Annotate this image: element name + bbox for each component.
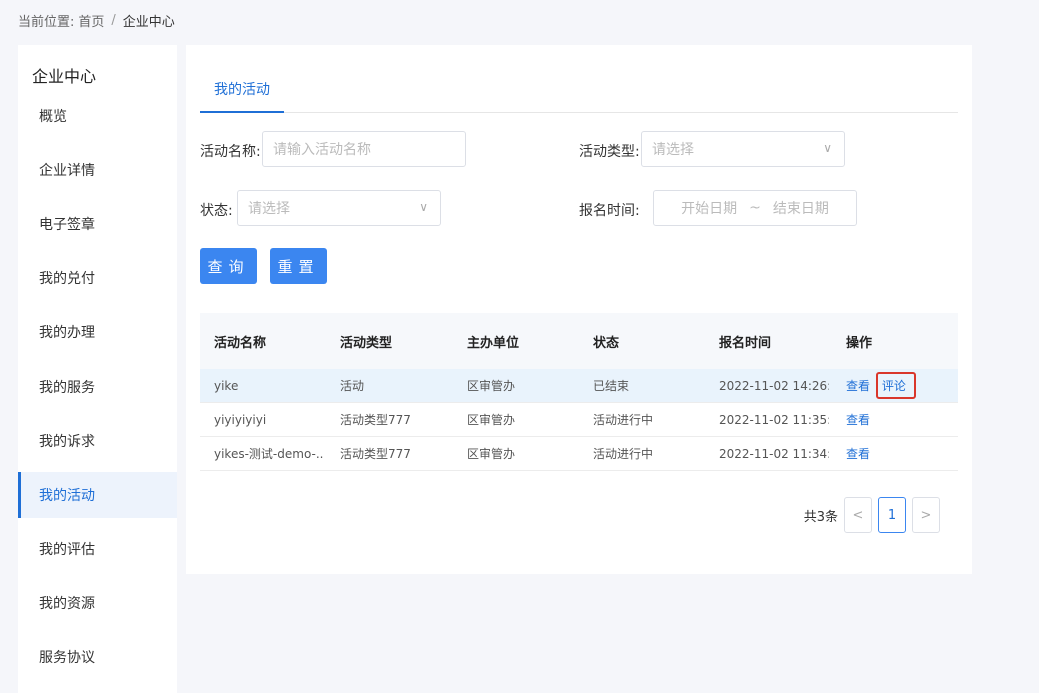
header-actions: 操作: [846, 335, 873, 351]
comment-highlight: 评论: [875, 372, 916, 399]
cell-activity-type: 活动类型777: [340, 413, 411, 427]
cell-status: 已结束: [593, 379, 630, 393]
cell-actions: 查看 评论: [846, 372, 956, 399]
sidebar-item-overview[interactable]: 概览: [18, 93, 177, 139]
end-date-placeholder[interactable]: 结束日期: [773, 198, 829, 218]
pagination: 共3条 < 1 >: [804, 497, 940, 533]
date-range-separator: ~: [749, 200, 761, 216]
cell-activity-name: yikes-测试-demo-...: [214, 447, 324, 461]
activity-type-label: 活动类型:: [579, 144, 640, 160]
activity-type-select[interactable]: 请选择 ∨: [641, 131, 845, 167]
chevron-down-icon: ∨: [823, 141, 832, 155]
sidebar-item-my-appeals[interactable]: 我的诉求: [18, 418, 177, 464]
breadcrumb-separator: /: [111, 13, 116, 28]
view-link[interactable]: 查看: [846, 379, 870, 393]
start-date-placeholder[interactable]: 开始日期: [681, 198, 737, 218]
view-link[interactable]: 查看: [846, 447, 870, 461]
sidebar-item-company-details[interactable]: 企业详情: [18, 147, 177, 193]
header-organizer: 主办单位: [467, 335, 520, 351]
sidebar-item-my-resources[interactable]: 我的资源: [18, 580, 177, 626]
header-status: 状态: [593, 335, 620, 351]
header-activity-type: 活动类型: [340, 335, 393, 351]
tab-my-activities[interactable]: 我的活动: [200, 75, 284, 113]
activity-name-placeholder: 请输入活动名称: [273, 142, 371, 158]
sidebar-title: 企业中心: [32, 67, 97, 86]
query-button[interactable]: 查询: [200, 248, 257, 284]
table-row: yiyiyiyiyi 活动类型777 区审管办 活动进行中 2022-11-02…: [200, 403, 958, 437]
status-placeholder: 请选择: [248, 201, 290, 217]
table-row: yike 活动 区审管办 已结束 2022-11-02 14:26:... 查看…: [200, 369, 958, 403]
cell-signup-time: 2022-11-02 11:34:...: [719, 446, 829, 461]
table-row: yikes-测试-demo-... 活动类型777 区审管办 活动进行中 202…: [200, 437, 958, 471]
main-panel: 我的活动 活动名称: 请输入活动名称 活动类型: 请选择 ∨ 状态: 请选择 ∨…: [186, 45, 972, 574]
cell-status: 活动进行中: [593, 413, 654, 427]
cell-organizer: 区审管办: [467, 413, 516, 427]
tab-bar: 我的活动: [200, 75, 958, 113]
cell-signup-time: 2022-11-02 14:26:...: [719, 378, 829, 393]
prev-page-button[interactable]: <: [844, 497, 872, 533]
cell-organizer: 区审管办: [467, 447, 516, 461]
cell-activity-name: yiyiyiyiyi: [214, 412, 267, 427]
sidebar-item-my-activities[interactable]: 我的活动: [18, 472, 177, 518]
sidebar-item-my-evaluations[interactable]: 我的评估: [18, 526, 177, 572]
cell-actions: 查看: [846, 445, 956, 462]
activity-type-placeholder: 请选择: [652, 142, 694, 158]
cell-activity-type: 活动: [340, 379, 365, 393]
view-link[interactable]: 查看: [846, 413, 870, 427]
sidebar-item-e-seal[interactable]: 电子签章: [18, 201, 177, 247]
breadcrumb-prefix: 当前位置:: [18, 15, 75, 30]
page-1-button[interactable]: 1: [878, 497, 906, 533]
sidebar-item-my-services[interactable]: 我的服务: [18, 364, 177, 410]
sidebar-item-my-handling[interactable]: 我的办理: [18, 309, 177, 355]
next-page-button[interactable]: >: [912, 497, 940, 533]
cell-activity-name: yike: [214, 378, 239, 393]
sidebar-item-my-payments[interactable]: 我的兑付: [18, 255, 177, 301]
cell-signup-time: 2022-11-02 11:35:...: [719, 412, 829, 427]
pagination-total: 共3条: [803, 509, 838, 525]
header-signup-time: 报名时间: [719, 335, 772, 351]
activity-table: 活动名称 活动类型 主办单位 状态 报名时间 操作 yike 活动 区审管办 已…: [200, 313, 958, 471]
status-select[interactable]: 请选择 ∨: [237, 190, 441, 226]
activity-name-label: 活动名称:: [200, 144, 261, 160]
reset-button[interactable]: 重置: [270, 248, 327, 284]
breadcrumb-current: 企业中心: [122, 15, 175, 30]
sidebar-item-service-agreement[interactable]: 服务协议: [18, 634, 177, 680]
cell-status: 活动进行中: [593, 447, 654, 461]
signup-date-range[interactable]: 开始日期 ~ 结束日期: [653, 190, 857, 226]
activity-name-input[interactable]: 请输入活动名称: [262, 131, 466, 167]
signup-time-label: 报名时间:: [579, 203, 640, 219]
cell-organizer: 区审管办: [467, 379, 516, 393]
status-label: 状态:: [200, 203, 233, 219]
sidebar: 企业中心 概览 企业详情 电子签章 我的兑付 我的办理 我的服务 我的诉求 我的…: [18, 45, 177, 693]
comment-link[interactable]: 评论: [882, 379, 906, 393]
cell-activity-type: 活动类型777: [340, 447, 411, 461]
breadcrumb: 当前位置: 首页 / 企业中心: [18, 11, 175, 30]
breadcrumb-home[interactable]: 首页: [78, 11, 104, 30]
chevron-down-icon: ∨: [419, 200, 428, 214]
header-activity-name: 活动名称: [214, 335, 267, 351]
cell-actions: 查看: [846, 411, 956, 428]
table-header: 活动名称 活动类型 主办单位 状态 报名时间 操作: [200, 313, 958, 369]
